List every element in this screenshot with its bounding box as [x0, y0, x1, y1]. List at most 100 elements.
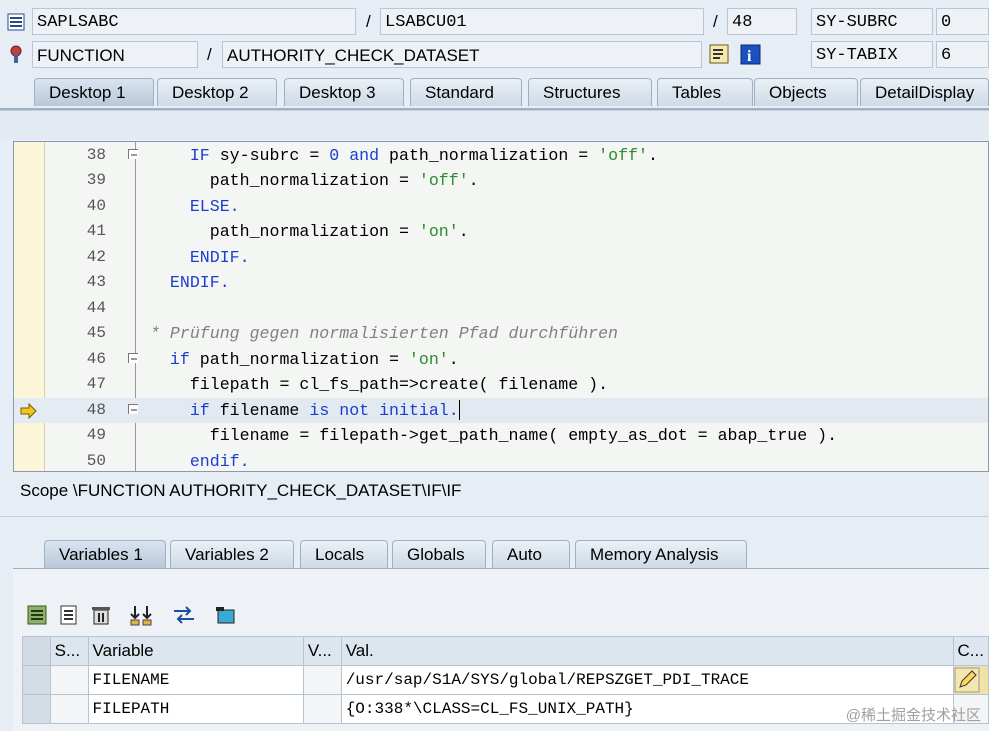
tab-desktop-1[interactable]: Desktop 1: [34, 78, 154, 106]
variable-value-cell[interactable]: /usr/sap/S1A/SYS/global/REPSZGET_PDI_TRA…: [340, 665, 954, 695]
program-name-field[interactable]: SAPLSABC: [32, 8, 356, 35]
source-code-editor[interactable]: 38 IF sy-subrc = 0 and path_normalizatio…: [13, 141, 989, 472]
code-text: filename = filepath->get_path_name( empt…: [150, 423, 837, 449]
line-number: 43: [86, 273, 106, 291]
code-line[interactable]: 45 * Prüfung gegen normalisierten Pfad du…: [14, 321, 988, 347]
tab-desktop-2[interactable]: Desktop 2: [157, 78, 277, 106]
info-icon[interactable]: i: [740, 44, 761, 65]
tab-desktop-3[interactable]: Desktop 3: [284, 78, 404, 106]
pencil-icon[interactable]: [954, 667, 980, 693]
row-selector[interactable]: [22, 665, 51, 695]
code-token: IF: [189, 145, 210, 165]
text-caret: [458, 400, 460, 421]
code-line[interactable]: 42 ENDIF.: [14, 245, 988, 271]
fold-collapse-icon[interactable]: [128, 403, 138, 414]
sy-tabix-value: 6: [936, 41, 989, 68]
variable-tree-icon[interactable]: [26, 604, 48, 626]
tab-globals[interactable]: Globals: [392, 540, 486, 568]
code-line[interactable]: 39 path_normalization = 'off'.: [14, 168, 988, 194]
desktop-panel: [0, 110, 989, 139]
code-line[interactable]: 50 endif.: [14, 449, 988, 472]
tab-structures[interactable]: Structures: [528, 78, 652, 106]
code-token: filepath = cl_fs_path=>create( filename …: [150, 375, 609, 394]
open-folder-icon[interactable]: [214, 604, 236, 626]
code-token: .: [448, 349, 459, 369]
code-token: 0: [329, 145, 340, 165]
column-header-s[interactable]: S...: [49, 636, 89, 666]
transfer-icon[interactable]: [172, 604, 194, 626]
code-token: ENDIF.: [169, 273, 230, 292]
variables-tab-strip: Variables 1 Variables 2 Locals Globals A…: [0, 540, 989, 568]
line-number-field[interactable]: 48: [727, 8, 797, 35]
change-value-cell[interactable]: [952, 665, 989, 695]
column-header-v[interactable]: V...: [302, 636, 342, 666]
sy-tabix-label: SY-TABIX: [811, 41, 933, 68]
fold-collapse-icon[interactable]: [128, 352, 138, 363]
code-token: path_normalization =: [150, 222, 419, 241]
code-line[interactable]: 43 ENDIF.: [14, 270, 988, 296]
tab-variables-1[interactable]: Variables 1: [44, 540, 166, 568]
column-header-c[interactable]: C...: [952, 636, 989, 666]
tab-locals[interactable]: Locals: [300, 540, 388, 568]
tab-auto[interactable]: Auto: [492, 540, 570, 568]
code-token: 'on': [418, 222, 459, 241]
code-text: IF sy-subrc = 0 and path_normalization =…: [150, 143, 658, 169]
sy-subrc-label: SY-SUBRC: [811, 8, 933, 35]
code-token: path_normalization =: [189, 349, 409, 369]
table-row[interactable]: FILENAME /usr/sap/S1A/SYS/global/REPSZGE…: [22, 665, 989, 695]
event-type-field[interactable]: FUNCTION: [32, 41, 198, 68]
divider: [0, 516, 989, 517]
sy-subrc-value: 0: [936, 8, 989, 35]
sort-icon[interactable]: [130, 604, 152, 626]
include-name-field[interactable]: LSABCU01: [380, 8, 704, 35]
code-token: ELSE.: [189, 196, 240, 216]
variable-list-icon[interactable]: [58, 604, 80, 626]
variable-name-cell[interactable]: FILEPATH: [87, 694, 304, 724]
column-header-value[interactable]: Val.: [340, 636, 954, 666]
tab-detaildisplay[interactable]: DetailDisplay: [860, 78, 989, 106]
code-line[interactable]: 41 path_normalization = 'on'.: [14, 219, 988, 245]
variable-name-cell[interactable]: FILENAME: [87, 665, 304, 695]
tab-tables[interactable]: Tables: [657, 78, 753, 106]
row-selector-header[interactable]: [22, 636, 51, 666]
code-text: ENDIF.: [150, 270, 230, 296]
status-cell: [49, 694, 89, 724]
v-cell: [302, 665, 342, 695]
row-selector[interactable]: [22, 694, 51, 724]
code-token: .: [468, 171, 479, 190]
code-line[interactable]: 40 ELSE.: [14, 194, 988, 220]
code-token: 'off': [598, 145, 648, 165]
line-number: 40: [86, 196, 106, 215]
code-line[interactable]: 49 filename = filepath->get_path_name( e…: [14, 423, 988, 449]
fold-collapse-icon[interactable]: [128, 148, 138, 159]
line-number: 44: [86, 298, 106, 317]
tab-standard[interactable]: Standard: [410, 78, 522, 106]
tab-memory-analysis[interactable]: Memory Analysis: [575, 540, 747, 568]
line-number: 41: [86, 222, 106, 240]
watermark: @稀土掘金技术社区: [845, 707, 981, 724]
code-line[interactable]: 44: [14, 296, 988, 322]
table-header-row: S... Variable V... Val. C...: [22, 636, 989, 666]
column-header-variable[interactable]: Variable: [87, 636, 304, 666]
code-line[interactable]: 48 if filename is not initial.: [14, 397, 988, 423]
line-number: 39: [86, 171, 106, 189]
code-line[interactable]: 38 IF sy-subrc = 0 and path_normalizatio…: [14, 143, 988, 169]
code-line[interactable]: 46 if path_normalization = 'on'.: [14, 347, 988, 373]
line-number: 50: [86, 451, 106, 470]
code-token: ENDIF.: [189, 247, 250, 267]
trash-icon[interactable]: [90, 604, 112, 626]
display-source-icon[interactable]: [709, 44, 729, 64]
tab-objects[interactable]: Objects: [754, 78, 858, 106]
line-number: 49: [86, 426, 106, 444]
code-line[interactable]: 47 filepath = cl_fs_path=>create( filena…: [14, 372, 988, 398]
tab-variables-2[interactable]: Variables 2: [170, 540, 294, 568]
table-row[interactable]: FILEPATH {O:338*\CLASS=CL_FS_UNIX_PATH}: [22, 694, 989, 724]
code-token: filename: [209, 400, 310, 420]
event-name-field[interactable]: AUTHORITY_CHECK_DATASET: [222, 41, 702, 68]
code-token: endif.: [189, 451, 250, 471]
